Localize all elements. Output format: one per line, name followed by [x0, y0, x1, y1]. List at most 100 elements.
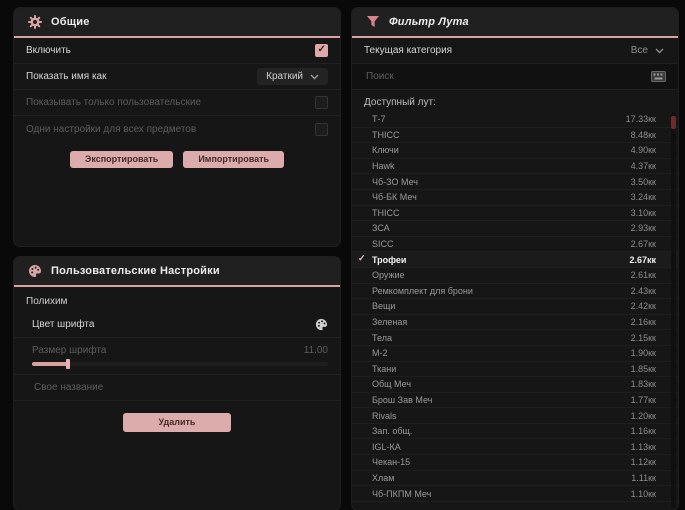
loot-item-row[interactable]: Т-7 17.33кк	[352, 112, 678, 128]
loot-filter-panel: Фильтр Лута Текущая категория Все Доступ…	[352, 8, 678, 510]
search-row	[352, 64, 678, 90]
loot-item-value: 2.15кк	[630, 332, 656, 343]
loot-item-name: Вещи	[372, 301, 396, 312]
loot-item-row[interactable]: Оружие 2.61кк	[352, 268, 678, 284]
loot-item-row[interactable]: Тела 2.15кк	[352, 330, 678, 346]
loot-item-value: 8.48кк	[630, 129, 656, 140]
loot-item-row[interactable]: Общ Меч 1.83кк	[352, 377, 678, 393]
slider-handle[interactable]	[65, 359, 70, 369]
chevron-down-icon	[310, 74, 319, 80]
loot-item-value: 2.67кк	[629, 254, 656, 265]
loot-item-name: THICC	[372, 129, 400, 140]
loot-item-name: Ремкомплект для брони	[372, 285, 473, 296]
single-settings-checkbox[interactable]	[315, 122, 328, 136]
enable-checkbox[interactable]	[315, 44, 328, 57]
font-color-label: Цвет шрифта	[32, 319, 95, 330]
font-color-row[interactable]: Цвет шрифта	[14, 312, 340, 338]
loot-item-name: Трофеи	[372, 254, 407, 265]
general-panel-header: Общие	[14, 8, 340, 38]
loot-item-row[interactable]: Rivals 1.20кк	[352, 408, 678, 424]
custom-settings-panel: Пользовательские Настройки Полихим Цвет …	[14, 257, 340, 510]
loot-item-row[interactable]: Брош Зав Меч 1.77кк	[352, 393, 678, 409]
palette-icon	[28, 264, 42, 278]
loot-item-value: 1.12кк	[630, 457, 656, 468]
font-size-value: 11.00	[303, 344, 328, 356]
name-mode-label: Показать имя как	[26, 71, 107, 82]
single-settings-row: Одни настройки для всех предметов	[14, 116, 340, 142]
font-size-label: Размер шрифта	[32, 344, 107, 356]
delete-button[interactable]: Удалить	[122, 413, 232, 432]
loot-item-row[interactable]: Вещи 2.42кк	[352, 299, 678, 315]
loot-item-row[interactable]: Ключи 4.90кк	[352, 143, 678, 159]
loot-item-name: ЗСА	[372, 223, 390, 234]
color-palette-icon[interactable]	[315, 318, 328, 331]
loot-item-name: Чекан-15	[372, 457, 411, 468]
loot-item-name: Брош Зав Меч	[372, 394, 433, 405]
loot-item-value: 1.20кк	[630, 410, 656, 421]
name-mode-dropdown[interactable]: Краткий	[257, 68, 328, 85]
export-import-row: Экспортировать Импортировать	[14, 142, 340, 168]
custom-panel-header: Пользовательские Настройки	[14, 257, 340, 287]
only-custom-checkbox[interactable]	[315, 96, 328, 109]
loot-item-row[interactable]: Чб-БК Меч 3.24кк	[352, 190, 678, 206]
loot-item-name: Зеленая	[372, 317, 408, 328]
loot-item-row[interactable]: Хлам 1.11кк	[352, 471, 678, 487]
import-button[interactable]: Импортировать	[183, 151, 285, 168]
loot-item-row[interactable]: М-2 1.90кк	[352, 346, 678, 362]
custom-name-input[interactable]	[32, 381, 328, 394]
loot-item-row[interactable]: ✓ Трофеи 2.67кк	[352, 252, 678, 268]
loot-item-value: 1.85кк	[630, 363, 656, 374]
available-loot-label: Доступный лут:	[364, 97, 436, 108]
loot-item-row[interactable]: Чб-ПКПМ Меч 1.10кк	[352, 486, 678, 502]
loot-item-row[interactable]: THICC 3.10кк	[352, 206, 678, 222]
keyboard-icon[interactable]	[651, 71, 666, 82]
only-custom-label: Показывать только пользовательские	[26, 97, 201, 108]
loot-item-name: SICC	[372, 239, 394, 250]
name-mode-value: Краткий	[266, 71, 303, 82]
funnel-icon	[366, 15, 380, 29]
loot-item-value: 2.61кк	[630, 270, 656, 281]
loot-scrollbar[interactable]	[671, 112, 676, 508]
font-size-slider[interactable]	[32, 359, 328, 369]
loot-item-row[interactable]: Чекан-15 1.12кк	[352, 455, 678, 471]
loot-item-row[interactable]: ЗСА 2.93кк	[352, 221, 678, 237]
filter-panel-header: Фильтр Лута	[352, 8, 678, 38]
loot-item-row[interactable]: IGL-КА 1.13кк	[352, 439, 678, 456]
loot-item-name: Чб-БК Меч	[372, 192, 417, 203]
font-size-block: Размер шрифта 11.00	[14, 338, 340, 375]
general-panel-title: Общие	[51, 16, 90, 28]
loot-list: Т-7 17.33кк THICC 8.48кк Ключи 4.90кк Hawk 4.37…	[352, 112, 678, 502]
loot-item-value: 2.16кк	[630, 317, 656, 328]
loot-item-name: IGL-КА	[372, 441, 401, 452]
loot-item-row[interactable]: Зеленая 2.16кк	[352, 315, 678, 331]
loot-item-name: Зап. общ.	[372, 426, 413, 437]
loot-item-value: 1.83кк	[630, 379, 656, 390]
loot-item-value: 1.11кк	[631, 472, 656, 483]
loot-item-row[interactable]: Hawk 4.37кк	[352, 159, 678, 175]
loot-item-value: 1.16кк	[630, 426, 656, 437]
loot-item-name: Ключи	[372, 145, 399, 156]
custom-name-row	[14, 375, 340, 401]
loot-item-name: Чб-ПКПМ Меч	[372, 488, 432, 499]
loot-scrollbar-thumb[interactable]	[671, 116, 676, 129]
loot-item-row[interactable]: SICC 2.67кк	[352, 237, 678, 253]
loot-item-name: Т-7	[372, 114, 386, 125]
delete-row: Удалить	[14, 401, 340, 432]
loot-item-row[interactable]: Чб-ЗО Меч 3.50кк	[352, 174, 678, 190]
enable-row: Включить	[14, 38, 340, 64]
export-button[interactable]: Экспортировать	[69, 151, 174, 168]
loot-item-value: 4.37кк	[630, 161, 656, 172]
only-custom-row: Показывать только пользовательские	[14, 90, 340, 116]
loot-item-row[interactable]: Ткани 1.85кк	[352, 362, 678, 378]
slider-fill	[32, 362, 68, 366]
loot-item-value: 2.67кк	[630, 239, 656, 250]
loot-item-name: THICC	[372, 207, 400, 218]
filter-panel-title: Фильтр Лута	[389, 16, 469, 28]
search-input[interactable]	[364, 70, 651, 83]
loot-item-row[interactable]: THICC 8.48кк	[352, 128, 678, 144]
loot-item-row[interactable]: Зап. общ. 1.16кк	[352, 424, 678, 440]
loot-item-value: 17.33кк	[625, 114, 656, 125]
category-dropdown[interactable]: Все	[622, 42, 666, 59]
enable-label: Включить	[26, 45, 71, 56]
loot-item-row[interactable]: Ремкомплект для брони 2.43кк	[352, 284, 678, 300]
